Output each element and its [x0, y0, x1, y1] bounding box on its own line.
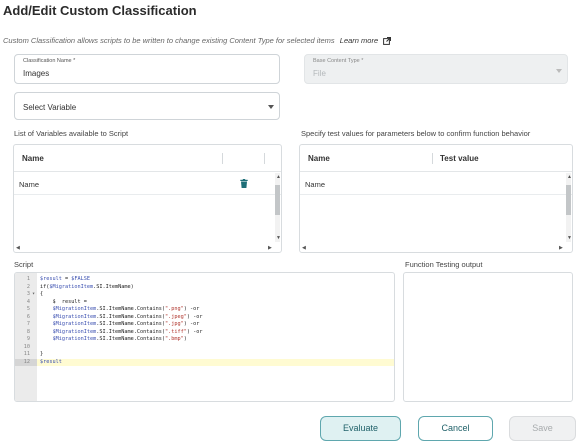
code-line[interactable]: 5 $MigrationItem.SI.ItemName.Contains(".… [15, 306, 394, 313]
code-text: $MigrationItem.SI.ItemName.Contains(".jp… [52, 313, 203, 320]
scroll-down-arrow-icon[interactable]: ▼ [567, 236, 572, 241]
variables-table: Name Name ▲ ▼ ◀ ▶ [13, 144, 282, 253]
subtitle-text: Custom Classification allows scripts to … [3, 36, 335, 45]
scroll-up-arrow-icon[interactable]: ▲ [276, 175, 281, 180]
evaluate-button[interactable]: Evaluate [320, 416, 401, 441]
code-text: $MigrationItem.SI.ItemName.Contains(".ti… [52, 328, 203, 335]
dialog-title: Add/Edit Custom Classification [3, 3, 197, 18]
table-row[interactable]: Name [14, 173, 281, 195]
code-text: if($MigrationItem.SI.ItemName) [40, 283, 134, 290]
line-number: 11 [23, 351, 30, 357]
vertical-scrollbar[interactable] [275, 173, 280, 242]
code-text: $ result = [40, 298, 87, 305]
scroll-up-arrow-icon[interactable]: ▲ [567, 175, 572, 180]
scrollbar-thumb[interactable] [275, 185, 280, 215]
column-divider [264, 153, 265, 164]
variable-name-cell: Name [19, 180, 40, 189]
script-label: Script [14, 260, 34, 269]
variables-table-header: Name [14, 145, 281, 172]
column-header-test-value: Test value [440, 154, 479, 163]
code-line[interactable]: 12 $result [15, 358, 394, 366]
save-button: Save [509, 416, 576, 441]
scroll-left-arrow-icon[interactable]: ◀ [302, 246, 306, 251]
code-line[interactable]: 2 if($MigrationItem.SI.ItemName) [15, 284, 394, 291]
code-line[interactable]: 8 $MigrationItem.SI.ItemName.Contains(".… [15, 329, 394, 336]
chevron-down-icon [556, 69, 562, 73]
dialog-subtitle: Custom Classification allows scripts to … [3, 36, 392, 45]
column-divider [432, 153, 433, 164]
test-values-table: Name Test value Name ▲ ▼ ◀ ▶ [299, 144, 573, 253]
column-header-name: Name [308, 154, 330, 163]
code-line[interactable]: 4 $ result = [15, 299, 394, 306]
code-line[interactable]: 10 [15, 344, 394, 351]
test-name-cell: Name [305, 180, 326, 189]
trash-icon[interactable] [240, 179, 248, 188]
scrollbar-thumb[interactable] [566, 185, 571, 215]
code-text: } [40, 351, 44, 357]
classification-name-label: Classification Name * [23, 58, 76, 64]
column-divider [222, 153, 223, 164]
table-row[interactable]: Name [300, 173, 572, 195]
learn-more-link[interactable]: Learn more [339, 36, 392, 45]
select-variable-value: Select Variable [23, 103, 77, 112]
code-line[interactable]: 1 $result = $FALSE [15, 276, 394, 283]
code-line[interactable]: 7 $MigrationItem.SI.ItemName.Contains(".… [15, 321, 394, 328]
line-number: 4 [26, 298, 30, 305]
code-line[interactable]: 11} [15, 351, 394, 358]
learn-more-label: Learn more [339, 36, 379, 45]
line-number: 5 [26, 306, 30, 312]
code-text: $result [40, 358, 62, 365]
test-values-section-label: Specify test values for parameters below… [301, 129, 531, 138]
code-text: { [40, 291, 44, 297]
cancel-button[interactable]: Cancel [418, 416, 493, 441]
vertical-scrollbar[interactable] [566, 173, 571, 242]
fold-toggle-icon[interactable]: ▾ [32, 291, 35, 298]
scroll-right-arrow-icon[interactable]: ▶ [268, 246, 272, 251]
scroll-down-arrow-icon[interactable]: ▼ [276, 236, 281, 241]
line-number: 7 [26, 321, 30, 327]
function-output-label: Function Testing output [405, 260, 483, 269]
base-content-type-label: Base Content Type * [313, 58, 364, 64]
classification-name-value: Images [23, 69, 50, 78]
line-number: 2 [26, 283, 30, 290]
select-variable-dropdown[interactable]: Select Variable [14, 92, 280, 120]
line-number: 1 [26, 276, 30, 282]
line-number: 12 [15, 358, 37, 366]
code-text: $MigrationItem.SI.ItemName.Contains(".pn… [52, 306, 200, 312]
chevron-down-icon [268, 105, 274, 109]
line-number: 10 [23, 343, 30, 350]
line-number: 9 [26, 336, 30, 342]
column-header-name: Name [22, 154, 44, 163]
code-line[interactable]: 6 $MigrationItem.SI.ItemName.Contains(".… [15, 314, 394, 321]
code-line[interactable]: 9 $MigrationItem.SI.ItemName.Contains(".… [15, 336, 394, 343]
line-number: 8 [26, 328, 30, 335]
code-text: $MigrationItem.SI.ItemName.Contains(".bm… [52, 336, 187, 342]
variables-section-label: List of Variables available to Script [14, 129, 129, 138]
external-link-icon [383, 37, 392, 45]
base-content-type-select: Base Content Type * File [304, 54, 568, 84]
code-line[interactable]: 3 ▾{ [15, 291, 394, 298]
script-editor[interactable]: 1 $result = $FALSE 2 if($MigrationItem.SI.I… [14, 272, 395, 402]
function-testing-output [403, 272, 573, 402]
classification-name-field[interactable]: Classification Name * Images [14, 54, 280, 84]
code-text: $result = $FALSE [40, 276, 90, 282]
line-number: 6 [26, 313, 30, 320]
scroll-left-arrow-icon[interactable]: ◀ [16, 246, 20, 251]
test-values-table-header: Name Test value [300, 145, 572, 172]
base-content-type-value: File [313, 69, 326, 78]
scroll-right-arrow-icon[interactable]: ▶ [559, 246, 563, 251]
code-text: $MigrationItem.SI.ItemName.Contains(".jp… [52, 321, 200, 327]
